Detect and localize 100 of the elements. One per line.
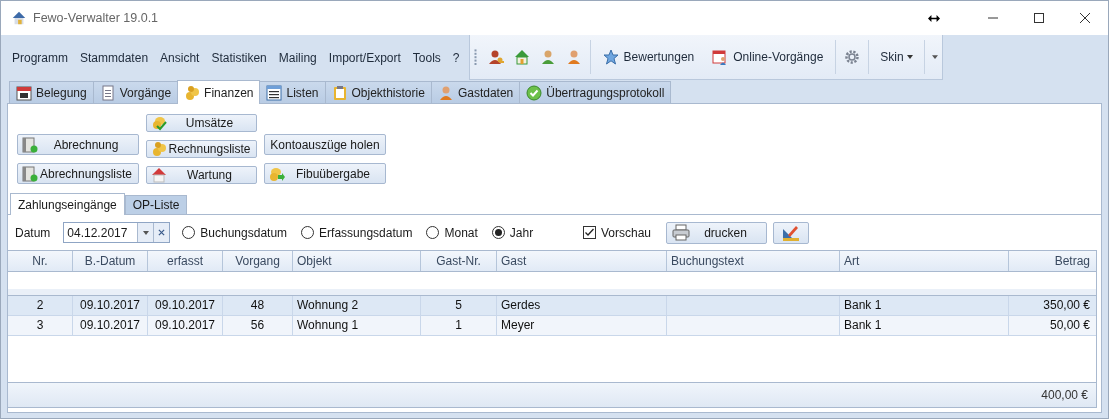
person-icon [565, 49, 582, 65]
column-header[interactable]: B.-Datum [73, 251, 148, 271]
menu-item[interactable]: Stammdaten [79, 50, 154, 65]
menu-item[interactable]: Import/Export [327, 50, 406, 65]
clipboard-icon [331, 84, 348, 101]
table-cell: 350,00 € [1043, 298, 1090, 312]
table-cell: 09.10.2017 [79, 318, 141, 332]
column-header[interactable]: Art [840, 251, 1009, 271]
column-header[interactable]: Betrag [1009, 251, 1094, 271]
table-row[interactable]: 2 09.10.2017 09.10.2017 48 Wohnung 2 5 Gerdes Bank 1 350,00 € [8, 295, 1096, 316]
table-cell: 09.10.2017 [79, 298, 141, 312]
house-icon [513, 49, 530, 65]
action-button[interactable]: Wartung [146, 166, 257, 184]
table-cell: 09.10.2017 [154, 298, 216, 312]
edit-button[interactable] [773, 221, 809, 244]
column-header[interactable]: Gast-Nr. [421, 251, 497, 271]
person-icon [437, 84, 454, 101]
gear-icon [844, 49, 861, 65]
skin-dropdown[interactable]: Skin [872, 40, 921, 74]
column-header[interactable]: Buchungstext [667, 251, 840, 271]
ledger-check-icon [22, 165, 38, 182]
calendar-icon [16, 84, 32, 101]
module-tab[interactable]: Finanzen [177, 80, 261, 104]
module-tab[interactable]: Objekthistorie [324, 81, 432, 103]
sub-tab[interactable]: OP-Liste [124, 195, 188, 214]
date-label: Datum [15, 225, 51, 240]
ledger-check-icon [22, 136, 38, 153]
date-field[interactable]: 04.12.2017 [63, 222, 171, 243]
column-header[interactable]: erfasst [148, 251, 223, 271]
table-cell: Gerdes [501, 298, 541, 312]
table-cell: 56 [250, 318, 265, 332]
sub-tab[interactable]: Zahlungseingänge [10, 193, 125, 215]
menu-item[interactable]: Ansicht [159, 50, 205, 65]
resize-cursor-icon [928, 14, 940, 22]
maximize-icon [1034, 13, 1044, 23]
table-cell: Bank 1 [844, 318, 882, 332]
house-icon [11, 10, 27, 26]
list-icon [266, 84, 283, 101]
coins-check-icon [151, 115, 167, 131]
document-icon [99, 84, 116, 101]
menu-item[interactable]: Programm [11, 50, 73, 65]
action-button[interactable]: Abrechnung [17, 134, 139, 155]
printer-icon [672, 224, 690, 241]
total-amount: 400,00 € [1041, 388, 1088, 402]
action-button[interactable]: Abrechnungsliste [17, 163, 139, 184]
menu-item[interactable]: Tools [411, 50, 446, 65]
ruler-pencil-icon [782, 224, 800, 241]
toolbar-button[interactable]: Online-Vorgänge [703, 40, 833, 74]
action-button[interactable]: Umsätze [146, 114, 257, 132]
coins-arrow-icon [269, 165, 285, 182]
radio-option[interactable]: Buchungsdatum [182, 225, 288, 240]
column-header[interactable]: Objekt [293, 251, 421, 271]
column-header[interactable]: Nr. [8, 251, 73, 271]
menu-item[interactable]: Mailing [277, 50, 322, 65]
table-cell: 2 [36, 298, 44, 312]
grip-icon [473, 48, 477, 66]
dropdown-icon [142, 230, 149, 235]
column-header[interactable]: Gast [497, 251, 667, 271]
table-row[interactable]: 3 09.10.2017 09.10.2017 56 Wohnung 1 1 Meyer Bank 1 50,00 € [8, 316, 1096, 336]
action-button[interactable]: Rechnungsliste [146, 140, 257, 158]
house-icon [151, 167, 167, 183]
table-cell: Meyer [501, 318, 535, 332]
toolbar-button[interactable]: Bewertungen [593, 40, 704, 74]
module-tab[interactable]: Gastdaten [430, 81, 521, 103]
caret-icon [906, 55, 913, 59]
table-cell: Wohnung 2 [297, 298, 359, 312]
coins-icon [184, 84, 201, 101]
table-cell: 09.10.2017 [154, 318, 216, 332]
star-icon [602, 49, 619, 65]
column-header[interactable]: Vorgang [223, 251, 293, 271]
clear-icon [158, 229, 166, 236]
table-cell: 50,00 € [1049, 318, 1090, 332]
close-icon [1080, 13, 1090, 23]
table-cell: Wohnung 1 [297, 318, 359, 332]
window-title: Fewo-Verwalter 19.0.1 [33, 11, 159, 25]
menu-item[interactable]: Statistiken [210, 50, 272, 65]
checkmark-icon [526, 84, 543, 101]
table-cell: 1 [455, 318, 462, 332]
menu-item[interactable]: ? [451, 50, 465, 65]
checkbox[interactable] [582, 226, 596, 239]
radio-option[interactable]: Monat [426, 225, 478, 240]
person-icon [539, 49, 556, 65]
table-cell: 48 [250, 298, 265, 312]
action-button[interactable]: Kontoauszüge holen [264, 134, 386, 155]
print-button[interactable]: drucken [666, 221, 767, 244]
preview-checkbox[interactable]: Vorschau [582, 225, 651, 240]
caret-icon [931, 55, 938, 59]
table-cell: Bank 1 [844, 298, 882, 312]
table-cell: 3 [36, 318, 44, 332]
action-button[interactable]: Fibuübergabe [264, 163, 386, 184]
module-tab[interactable]: Belegung [9, 81, 94, 103]
module-tab[interactable]: Listen [259, 81, 326, 103]
radio-option[interactable]: Erfassungsdatum [301, 225, 413, 240]
calendar-person-icon [712, 49, 729, 65]
person-key-icon [487, 49, 504, 65]
coins-icon [151, 141, 167, 157]
table-cell: 5 [455, 298, 462, 312]
module-tab[interactable]: Vorgänge [92, 81, 179, 103]
module-tab[interactable]: Übertragungsprotokoll [519, 81, 672, 103]
radio-option[interactable]: Jahr [491, 225, 534, 240]
